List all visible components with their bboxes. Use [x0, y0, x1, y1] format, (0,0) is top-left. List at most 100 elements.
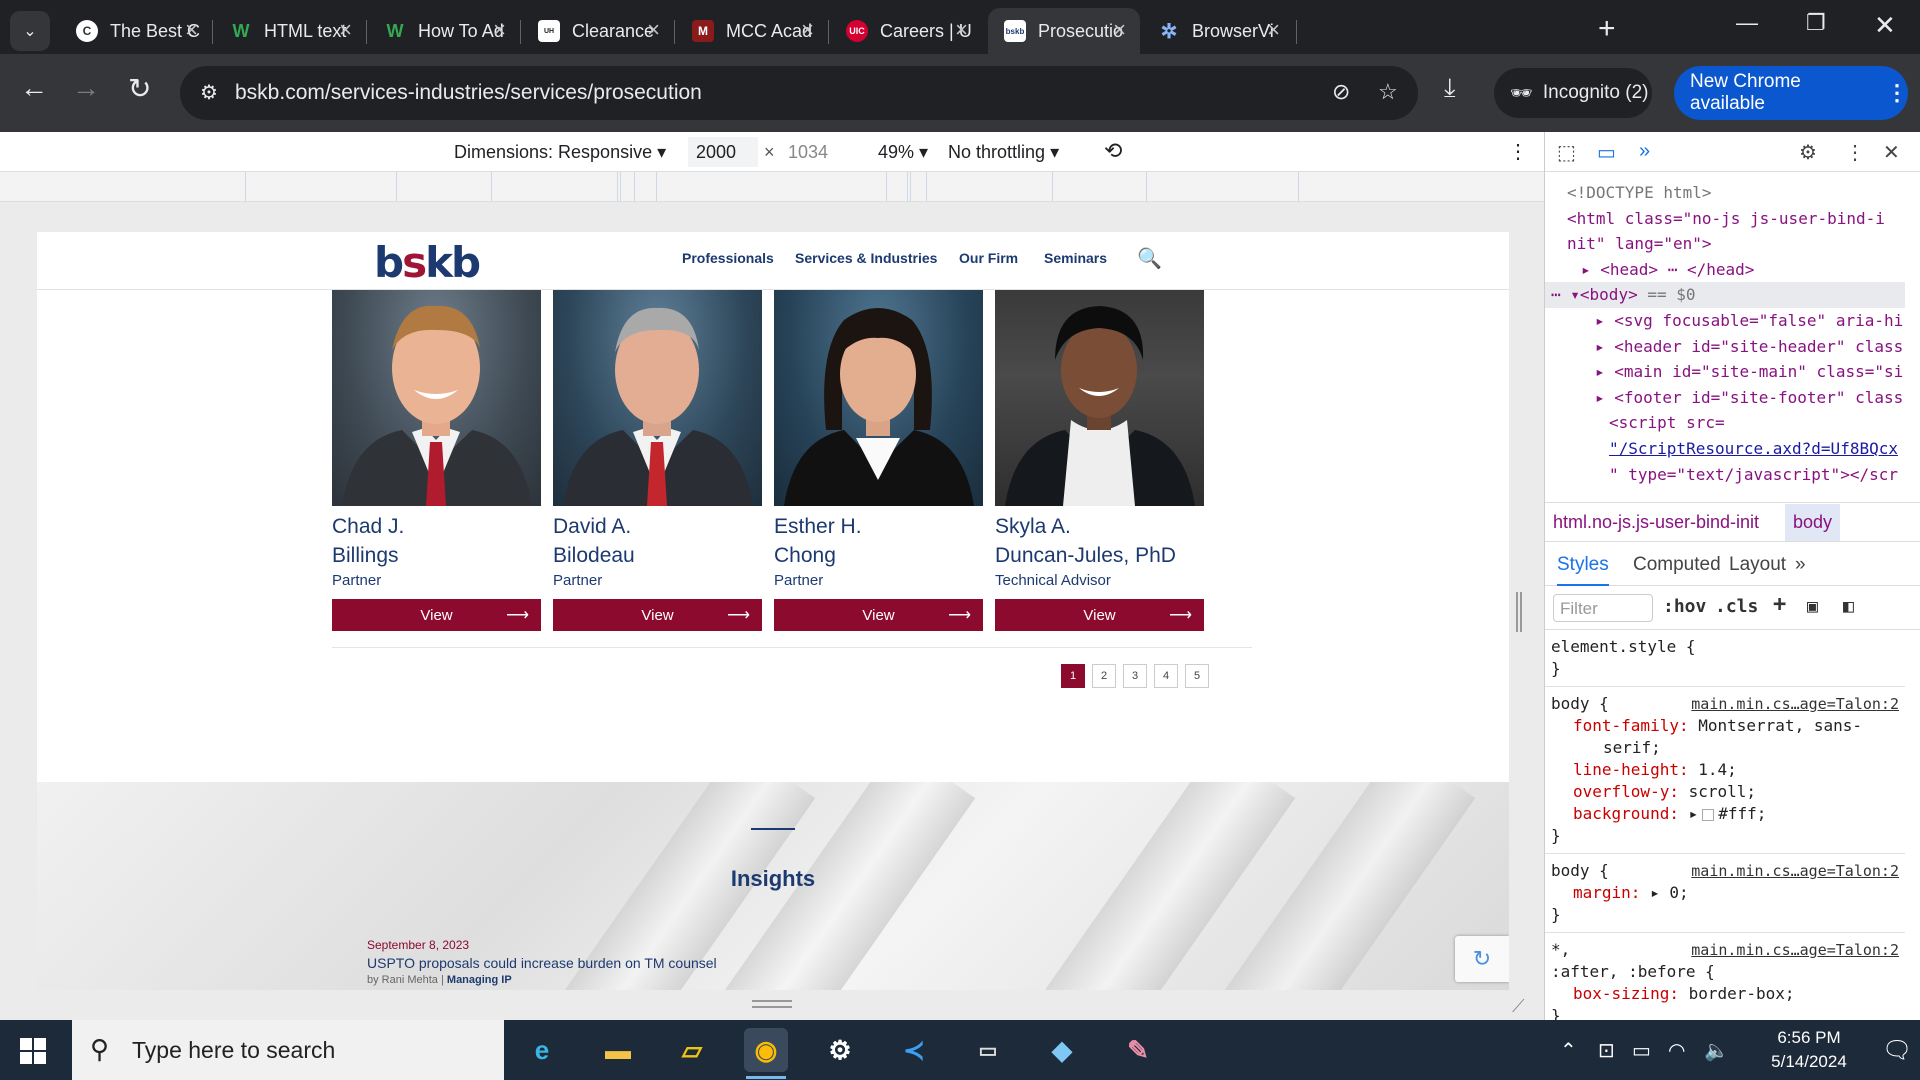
notification-icon[interactable]: 🗨: [1882, 1036, 1912, 1065]
page-5-button[interactable]: 5: [1185, 664, 1209, 688]
nav-our-firm[interactable]: Our Firm: [959, 250, 1018, 266]
hov-toggle[interactable]: :hov: [1663, 596, 1706, 617]
close-icon[interactable]: ×: [339, 19, 352, 41]
rule-selector[interactable]: body {: [1551, 861, 1609, 880]
close-icon[interactable]: ×: [801, 19, 814, 41]
tab-2[interactable]: W How To Ad ×: [368, 8, 520, 54]
cls-toggle[interactable]: .cls: [1715, 596, 1758, 617]
nav-seminars[interactable]: Seminars: [1044, 250, 1107, 266]
edge-icon[interactable]: e: [520, 1028, 564, 1072]
rule-selector[interactable]: *,: [1551, 940, 1570, 959]
zoom-dropdown[interactable]: 49% ▾: [878, 142, 928, 163]
notes-app-icon[interactable]: ▱: [670, 1028, 714, 1072]
star-icon[interactable]: ☆: [1378, 79, 1398, 105]
css-declaration[interactable]: font-family: Montserrat, sans-: [1551, 715, 1899, 737]
dom-node[interactable]: <!DOCTYPE html>: [1545, 172, 1905, 206]
file-explorer-icon[interactable]: ▬: [596, 1028, 640, 1072]
address-bar[interactable]: ⚙ bskb.com/services-industries/services/…: [180, 66, 1418, 120]
tab-3[interactable]: UH Clearance ×: [522, 8, 674, 54]
rotate-icon[interactable]: ⟲: [1104, 138, 1122, 164]
vscode-icon[interactable]: ≺: [892, 1028, 936, 1072]
headshot-photo[interactable]: [995, 290, 1204, 506]
expand-arrow-icon[interactable]: ▸: [1650, 883, 1660, 902]
view-profile-button[interactable]: View ⟶: [774, 599, 983, 631]
wifi-icon[interactable]: ◠: [1668, 1038, 1685, 1063]
close-icon[interactable]: ×: [1267, 19, 1280, 41]
resize-handle-bottom[interactable]: [752, 1000, 792, 1008]
filter-input[interactable]: Filter: [1553, 594, 1653, 622]
tab-1[interactable]: W HTML text ×: [214, 8, 366, 54]
professional-name[interactable]: David A. Bilodeau: [553, 512, 762, 570]
throttling-dropdown[interactable]: No throttling ▾: [948, 142, 1059, 163]
dom-node-script[interactable]: " type="text/javascript"></scr: [1545, 462, 1905, 488]
more-options-icon[interactable]: ⋮: [1508, 139, 1528, 164]
chrome-icon[interactable]: ◉: [744, 1028, 788, 1072]
system-clock[interactable]: 6:56 PM 5/14/2024: [1754, 1026, 1864, 1074]
device-toggle-icon[interactable]: ▭: [1597, 140, 1616, 165]
dimensions-dropdown[interactable]: Dimensions: Responsive ▾: [454, 142, 666, 163]
chevron-up-icon[interactable]: ⌃: [1560, 1038, 1577, 1063]
tab-0[interactable]: C The Best C ×: [60, 8, 212, 54]
new-tab-button[interactable]: +: [1598, 12, 1616, 46]
nav-services-industries[interactable]: Services & Industries: [795, 250, 937, 266]
windows-start-icon[interactable]: [20, 1038, 46, 1064]
more-tabs-icon[interactable]: »: [1795, 554, 1806, 576]
tab-6-active[interactable]: bskb Prosecutio ×: [988, 8, 1140, 54]
color-swatch[interactable]: [1702, 808, 1715, 821]
settings-gear-icon[interactable]: ⚙: [1799, 140, 1817, 165]
css-declaration[interactable]: background: ▸ #fff;: [1551, 803, 1899, 825]
more-options-icon[interactable]: ⋮: [1845, 140, 1865, 165]
tab-search-button[interactable]: ⌄: [10, 11, 50, 51]
css-declaration[interactable]: margin: ▸ 0;: [1551, 882, 1899, 904]
close-icon[interactable]: ×: [955, 19, 968, 41]
css-declaration[interactable]: line-height: 1.4;: [1551, 759, 1899, 781]
resize-corner-icon[interactable]: ⟋: [1512, 996, 1525, 1017]
dom-node[interactable]: nit" lang="en">: [1545, 231, 1905, 257]
resize-handle-right[interactable]: [1516, 592, 1522, 632]
professional-name[interactable]: Skyla A. Duncan-Jules, PhD: [995, 512, 1204, 570]
rule-source-link[interactable]: main.min.cs…age=Talon:2: [1691, 693, 1899, 715]
close-devtools-icon[interactable]: ✕: [1883, 140, 1900, 165]
nav-professionals[interactable]: Professionals: [682, 250, 774, 266]
close-icon[interactable]: ×: [493, 19, 506, 41]
tab-5[interactable]: UIC Careers | U ×: [830, 8, 982, 54]
battery-icon[interactable]: ▭: [1632, 1038, 1651, 1063]
dom-node-head[interactable]: ▸ <head> ⋯ </head>: [1545, 257, 1905, 283]
incognito-indicator[interactable]: 🕶 Incognito (2): [1494, 68, 1652, 118]
paint-icon[interactable]: ✎: [1116, 1028, 1160, 1072]
breadcrumb-body[interactable]: body: [1785, 504, 1841, 541]
dom-node[interactable]: <html class="no-js js-user-bind-i: [1545, 206, 1905, 232]
settings-gear-icon[interactable]: ⚙: [818, 1028, 862, 1072]
dom-node-footer[interactable]: ▸ <footer id="site-footer" class: [1545, 385, 1905, 411]
headshot-photo[interactable]: [332, 290, 541, 506]
reload-icon[interactable]: ↻: [128, 72, 151, 105]
close-icon[interactable]: ×: [185, 19, 198, 41]
article-headline-link[interactable]: USPTO proposals could increase burden on…: [367, 955, 717, 971]
download-icon[interactable]: ⤓: [1444, 72, 1456, 104]
tab-computed[interactable]: Computed: [1633, 554, 1721, 576]
css-declaration[interactable]: box-sizing: border-box;: [1551, 983, 1899, 1005]
rule-selector[interactable]: :after, :before {: [1551, 961, 1899, 983]
search-icon[interactable]: 🔍: [1137, 246, 1162, 271]
page-4-button[interactable]: 4: [1154, 664, 1178, 688]
paint-brush-icon[interactable]: ▣: [1807, 596, 1818, 617]
eye-off-icon[interactable]: ⊘: [1332, 79, 1350, 105]
inspect-element-icon[interactable]: ⬚: [1557, 140, 1576, 165]
page-1-button[interactable]: 1: [1061, 664, 1085, 688]
tab-4[interactable]: M MCC Acad ×: [676, 8, 828, 54]
site-info-icon[interactable]: ⚙: [200, 80, 218, 105]
professional-name[interactable]: Chad J. Billings: [332, 512, 541, 570]
volume-icon[interactable]: 🔈: [1704, 1038, 1729, 1063]
tab-styles[interactable]: Styles: [1557, 554, 1609, 586]
headshot-photo[interactable]: [774, 290, 983, 506]
recaptcha-badge-icon[interactable]: ↻: [1455, 936, 1509, 982]
minimize-icon[interactable]: —: [1736, 10, 1758, 36]
page-3-button[interactable]: 3: [1123, 664, 1147, 688]
restore-icon[interactable]: ❐: [1806, 10, 1826, 36]
dom-node-body[interactable]: ⋯ ▾<body> == $0: [1545, 282, 1905, 308]
url-text[interactable]: bskb.com/services-industries/services/pr…: [235, 81, 702, 105]
view-profile-button[interactable]: View ⟶: [995, 599, 1204, 631]
rule-source-link[interactable]: main.min.cs…age=Talon:2: [1691, 939, 1899, 961]
tab-layout[interactable]: Layout: [1729, 554, 1786, 576]
css-declaration[interactable]: overflow-y: scroll;: [1551, 781, 1899, 803]
